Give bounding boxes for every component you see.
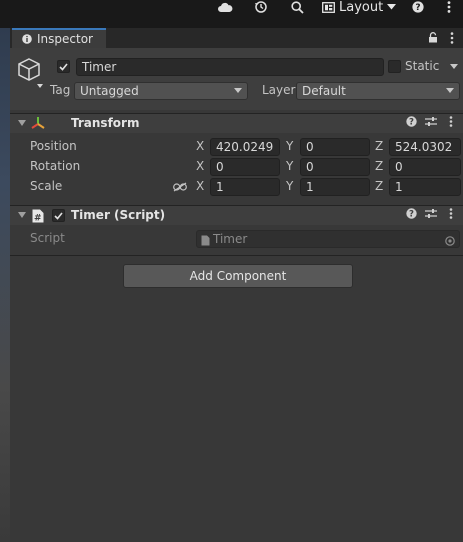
layout-label: Layout xyxy=(339,0,384,15)
transform-header[interactable]: Transform ? xyxy=(10,113,463,133)
script-field-value: Timer xyxy=(213,232,248,246)
rotation-x-field[interactable]: 0 xyxy=(210,158,280,176)
position-y-field[interactable]: 0 xyxy=(300,138,370,156)
script-enabled-checkbox[interactable] xyxy=(52,209,65,222)
help-icon[interactable]: ? xyxy=(406,116,417,130)
layer-value: Default xyxy=(302,84,346,98)
top-toolbar: Layout ? xyxy=(0,0,463,28)
check-icon xyxy=(59,62,68,71)
static-checkbox[interactable] xyxy=(388,60,401,73)
tag-value: Untagged xyxy=(80,84,139,98)
layer-label: Layer xyxy=(262,83,296,97)
gameobject-cube-icon[interactable] xyxy=(18,57,52,94)
check-icon xyxy=(54,211,63,220)
foldout-arrow-icon[interactable] xyxy=(18,212,26,218)
inspector-panel: Timer Static Tag Untagged Layer Default … xyxy=(10,48,463,542)
object-header: Timer Static Tag Untagged Layer Default xyxy=(10,48,463,110)
add-component-button[interactable]: Add Component xyxy=(123,264,353,288)
script-object-field: Timer xyxy=(196,230,460,248)
object-picker-icon xyxy=(445,234,455,250)
script-field-label: Script xyxy=(30,231,65,245)
tag-dropdown[interactable]: Untagged xyxy=(74,82,248,100)
search-icon[interactable] xyxy=(288,0,306,14)
object-name-input[interactable]: Timer xyxy=(76,58,384,76)
tag-label: Tag xyxy=(50,83,71,97)
constrain-proportions-link-icon[interactable] xyxy=(173,181,187,195)
scale-z-field[interactable]: 1 xyxy=(389,178,461,196)
layout-dropdown[interactable]: Layout xyxy=(322,0,397,15)
transform-axis-icon xyxy=(30,116,46,134)
position-z-field[interactable]: 524.0302 xyxy=(389,138,461,156)
help-icon[interactable]: ? xyxy=(406,208,417,222)
position-x-field[interactable]: 420.0249 xyxy=(210,138,280,156)
position-y-label[interactable]: Y xyxy=(286,139,293,153)
scale-x-label[interactable]: X xyxy=(196,179,204,193)
timer-script-title: Timer (Script) xyxy=(71,208,166,222)
timer-script-header[interactable]: # Timer (Script) ? xyxy=(10,205,463,225)
static-label: Static xyxy=(405,59,440,73)
more-menu-icon[interactable] xyxy=(443,0,455,14)
component-menu-icon[interactable] xyxy=(449,208,453,222)
active-checkbox[interactable] xyxy=(57,60,70,73)
preset-sliders-icon[interactable] xyxy=(425,116,437,130)
script-file-icon xyxy=(201,234,210,250)
scale-label: Scale xyxy=(30,179,63,193)
history-icon[interactable] xyxy=(252,0,270,14)
tab-inspector[interactable]: Inspector xyxy=(12,28,106,48)
position-label: Position xyxy=(30,139,77,153)
tab-inspector-label: Inspector xyxy=(37,32,93,46)
components-divider xyxy=(10,255,463,256)
scale-z-label[interactable]: Z xyxy=(375,179,383,193)
svg-text:?: ? xyxy=(409,210,414,219)
component-menu-icon[interactable] xyxy=(449,116,453,130)
chevron-down-icon xyxy=(234,88,242,93)
scale-x-field[interactable]: 1 xyxy=(210,178,280,196)
csharp-script-icon: # xyxy=(32,209,44,226)
rotation-y-field[interactable]: 0 xyxy=(300,158,370,176)
layout-icon xyxy=(322,1,335,13)
rotation-label: Rotation xyxy=(30,159,81,173)
rotation-y-label[interactable]: Y xyxy=(286,159,293,173)
scale-y-label[interactable]: Y xyxy=(286,179,293,193)
svg-text:?: ? xyxy=(409,118,414,127)
static-dropdown-arrow[interactable] xyxy=(450,64,458,69)
cloud-icon[interactable] xyxy=(216,0,234,14)
preset-sliders-icon[interactable] xyxy=(425,208,437,222)
tab-more-icon[interactable] xyxy=(450,32,454,47)
info-icon xyxy=(22,34,32,44)
chevron-down-icon xyxy=(387,4,397,10)
position-z-label[interactable]: Z xyxy=(375,139,383,153)
chevron-down-icon xyxy=(446,88,454,93)
help-icon[interactable]: ? xyxy=(410,0,426,14)
position-x-label[interactable]: X xyxy=(196,139,204,153)
scale-y-field[interactable]: 1 xyxy=(300,178,370,196)
lock-icon[interactable] xyxy=(428,32,438,46)
rotation-z-field[interactable]: 0 xyxy=(389,158,461,176)
rotation-x-label[interactable]: X xyxy=(196,159,204,173)
svg-text:#: # xyxy=(34,213,42,223)
foldout-arrow-icon[interactable] xyxy=(18,120,26,126)
scene-view-edge xyxy=(0,28,10,542)
svg-text:?: ? xyxy=(415,3,420,13)
layer-dropdown[interactable]: Default xyxy=(296,82,460,100)
transform-title: Transform xyxy=(71,116,140,130)
rotation-z-label[interactable]: Z xyxy=(375,159,383,173)
tab-bar: Inspector xyxy=(10,28,463,48)
